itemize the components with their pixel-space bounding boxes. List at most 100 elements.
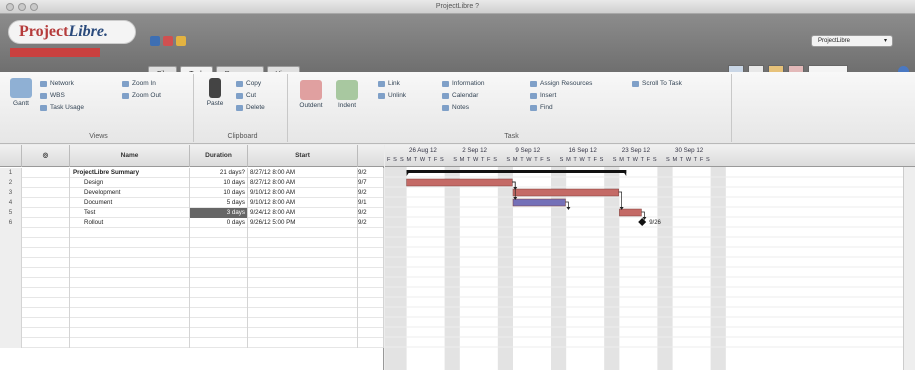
- table-row[interactable]: [0, 328, 384, 338]
- task-name-cell[interactable]: Design: [70, 178, 190, 188]
- indicator-cell[interactable]: [22, 198, 70, 208]
- indicator-cell[interactable]: [22, 248, 70, 258]
- duration-cell[interactable]: 3 days: [190, 208, 248, 218]
- find-button[interactable]: Find: [530, 103, 553, 113]
- duration-cell[interactable]: [190, 228, 248, 238]
- row-number[interactable]: [0, 298, 22, 308]
- finish-cell[interactable]: [358, 248, 384, 258]
- start-cell[interactable]: [248, 278, 358, 288]
- finish-cell[interactable]: [358, 268, 384, 278]
- finish-cell[interactable]: [358, 278, 384, 288]
- duration-cell[interactable]: 0 days: [190, 218, 248, 228]
- copy-button[interactable]: Copy: [236, 79, 261, 89]
- finish-cell[interactable]: [358, 258, 384, 268]
- row-number[interactable]: 5: [0, 208, 22, 218]
- duration-cell[interactable]: [190, 338, 248, 348]
- finish-cell[interactable]: 9/2: [358, 218, 384, 228]
- table-row[interactable]: 2 Design 10 days 8/27/12 8:00 AM 9/7: [0, 178, 384, 188]
- start-cell[interactable]: 9/26/12 5:00 PM: [248, 218, 358, 228]
- duration-cell[interactable]: 10 days: [190, 178, 248, 188]
- start-cell[interactable]: [248, 308, 358, 318]
- indicator-cell[interactable]: [22, 318, 70, 328]
- zoom-window-button[interactable]: [30, 3, 38, 11]
- finish-cell[interactable]: [358, 298, 384, 308]
- task-name-cell[interactable]: [70, 238, 190, 248]
- table-row[interactable]: [0, 278, 384, 288]
- table-row[interactable]: [0, 338, 384, 348]
- duration-cell[interactable]: 10 days: [190, 188, 248, 198]
- row-number[interactable]: 3: [0, 188, 22, 198]
- start-cell[interactable]: [248, 268, 358, 278]
- duration-cell[interactable]: [190, 288, 248, 298]
- task-name-cell[interactable]: [70, 258, 190, 268]
- indicator-cell[interactable]: [22, 168, 70, 178]
- duration-cell[interactable]: [190, 328, 248, 338]
- table-row[interactable]: [0, 288, 384, 298]
- finish-cell[interactable]: 9/2: [358, 208, 384, 218]
- indicator-cell[interactable]: [22, 298, 70, 308]
- delete-button[interactable]: Delete: [236, 103, 265, 113]
- calendar-button[interactable]: Calendar: [442, 91, 478, 101]
- indicator-cell[interactable]: [22, 308, 70, 318]
- indicator-cell[interactable]: [22, 278, 70, 288]
- indicator-cell[interactable]: [22, 188, 70, 198]
- finish-cell[interactable]: 9/1: [358, 198, 384, 208]
- zoom-in-button[interactable]: Zoom In: [122, 79, 156, 89]
- finish-cell[interactable]: [358, 328, 384, 338]
- start-cell[interactable]: 8/27/12 8:00 AM: [248, 178, 358, 188]
- duration-cell[interactable]: [190, 298, 248, 308]
- duration-cell[interactable]: [190, 268, 248, 278]
- table-row[interactable]: 1 ProjectLibre Summary 21 days? 8/27/12 8:0…: [0, 168, 384, 178]
- row-number[interactable]: [0, 258, 22, 268]
- start-cell[interactable]: [248, 288, 358, 298]
- task-name-cell[interactable]: Document: [70, 198, 190, 208]
- task-name-cell[interactable]: [70, 338, 190, 348]
- paste-button[interactable]: Paste: [200, 78, 230, 107]
- table-row[interactable]: [0, 258, 384, 268]
- table-row[interactable]: [0, 228, 384, 238]
- name-column-header[interactable]: Name: [70, 145, 190, 167]
- duration-cell[interactable]: 5 days: [190, 198, 248, 208]
- table-row[interactable]: 4 Document 5 days 9/10/12 8:00 AM 9/1: [0, 198, 384, 208]
- task-name-cell[interactable]: Rollout: [70, 218, 190, 228]
- indicator-header[interactable]: ◎: [22, 145, 70, 167]
- start-cell[interactable]: [248, 328, 358, 338]
- row-number[interactable]: [0, 338, 22, 348]
- new-project-icon[interactable]: [176, 36, 186, 46]
- scroll-to-task-button[interactable]: Scroll To Task: [632, 79, 682, 89]
- table-row[interactable]: 3 Development 10 days 9/10/12 8:00 AM 9/2: [0, 188, 384, 198]
- start-cell[interactable]: 8/27/12 8:00 AM: [248, 168, 358, 178]
- task-name-cell[interactable]: [70, 268, 190, 278]
- task-name-cell[interactable]: [70, 228, 190, 238]
- row-number[interactable]: 4: [0, 198, 22, 208]
- notes-button[interactable]: Notes: [442, 103, 469, 113]
- finish-cell[interactable]: 9/7: [358, 178, 384, 188]
- indent-button[interactable]: Indent: [332, 80, 362, 109]
- save-icon[interactable]: [150, 36, 160, 46]
- start-cell[interactable]: [248, 298, 358, 308]
- row-number[interactable]: [0, 268, 22, 278]
- indicator-cell[interactable]: [22, 228, 70, 238]
- close-project-icon[interactable]: [163, 36, 173, 46]
- row-number[interactable]: 2: [0, 178, 22, 188]
- row-number[interactable]: [0, 228, 22, 238]
- finish-cell[interactable]: 9/2: [358, 188, 384, 198]
- task-name-cell[interactable]: [70, 248, 190, 258]
- outdent-button[interactable]: Outdent: [296, 80, 326, 109]
- task-name-cell[interactable]: Test: [70, 208, 190, 218]
- finish-cell[interactable]: [358, 228, 384, 238]
- start-cell[interactable]: 9/10/12 8:00 AM: [248, 198, 358, 208]
- row-number[interactable]: [0, 308, 22, 318]
- indicator-cell[interactable]: [22, 328, 70, 338]
- row-number[interactable]: [0, 328, 22, 338]
- minimize-window-button[interactable]: [18, 3, 26, 11]
- duration-column-header[interactable]: Duration: [190, 145, 248, 167]
- start-column-header[interactable]: Start: [248, 145, 358, 167]
- table-row[interactable]: [0, 238, 384, 248]
- task-name-cell[interactable]: ProjectLibre Summary: [70, 168, 190, 178]
- finish-column-header[interactable]: [358, 145, 384, 167]
- task-name-cell[interactable]: Development: [70, 188, 190, 198]
- table-row[interactable]: [0, 318, 384, 328]
- finish-cell[interactable]: [358, 318, 384, 328]
- insert-button[interactable]: Insert: [530, 91, 556, 101]
